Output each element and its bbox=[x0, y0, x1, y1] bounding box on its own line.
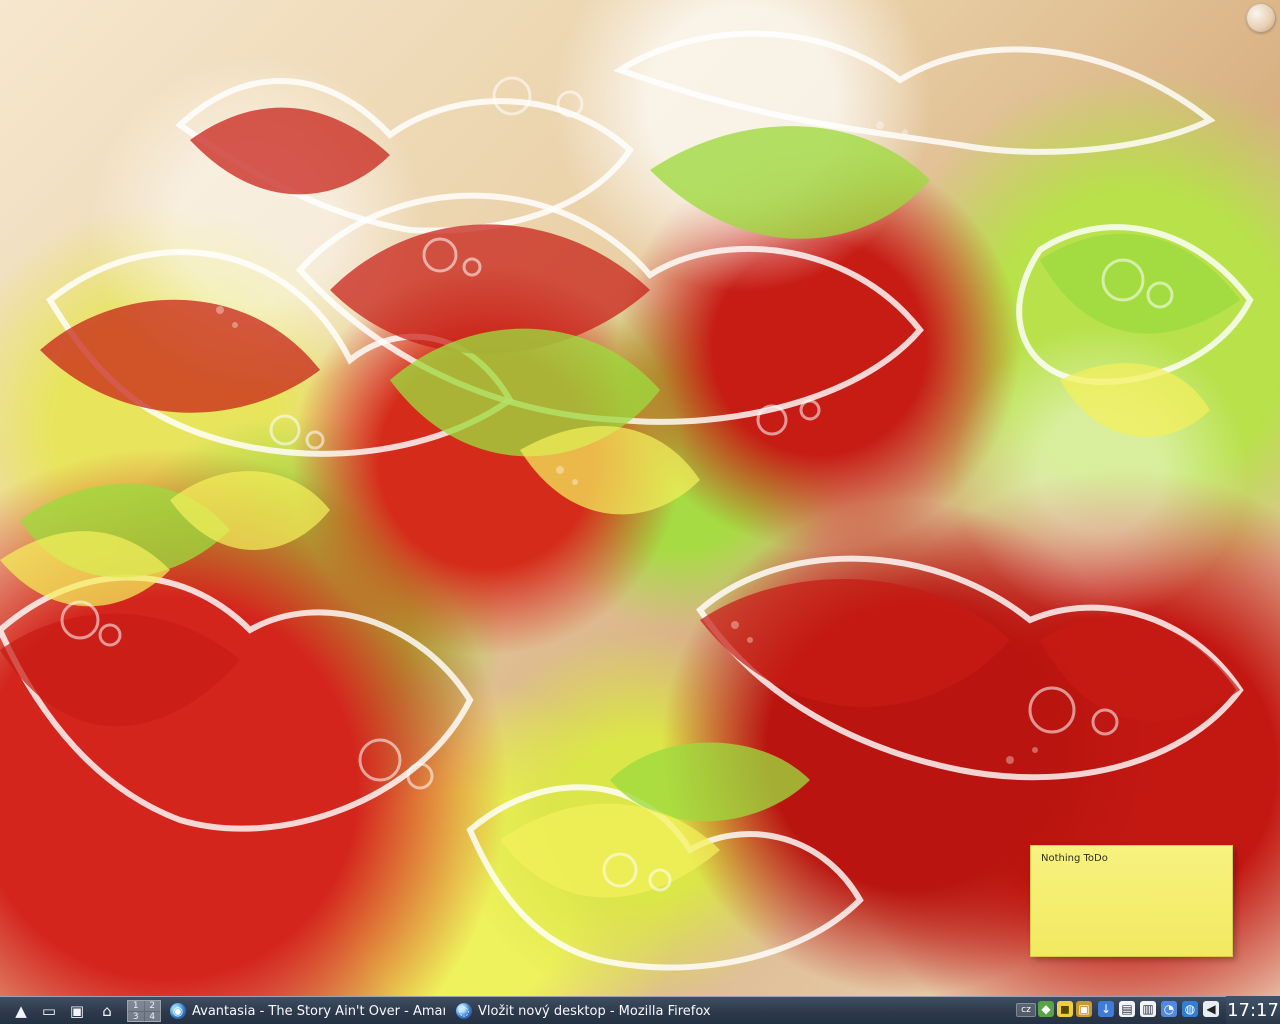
home-folder-icon[interactable]: ⌂ bbox=[96, 1000, 118, 1022]
document-icon[interactable]: ▥ bbox=[1140, 1001, 1156, 1017]
pager-desktop-3[interactable]: 3 bbox=[128, 1012, 144, 1022]
todo-note-text: Nothing ToDo bbox=[1041, 853, 1108, 864]
desktop-toolbox-icon[interactable] bbox=[1246, 3, 1276, 33]
language-indicator[interactable]: cz bbox=[1016, 1003, 1036, 1017]
todo-note[interactable]: Nothing ToDo bbox=[1030, 845, 1233, 957]
virtual-desktop-pager[interactable]: 1 2 3 4 bbox=[127, 1000, 161, 1022]
show-desktop-icon[interactable]: ▭ bbox=[38, 1000, 60, 1022]
task-amarok-label: Avantasia - The Story Ain't Over - Amaro bbox=[192, 1003, 445, 1019]
terminal-icon[interactable]: ▣ bbox=[66, 1000, 88, 1022]
task-firefox-label: Vložit nový desktop - Mozilla Firefox bbox=[478, 1003, 711, 1019]
network-icon[interactable]: ◔ bbox=[1161, 1001, 1177, 1017]
tray-icon-gold[interactable]: ▣ bbox=[1076, 1001, 1092, 1017]
firefox-icon: ◌ bbox=[456, 1003, 472, 1019]
taskbar: ▲ ▭ ▣ ⌂ 1 2 3 4 ◉ Avantasia - The Story … bbox=[0, 996, 1280, 1024]
amarok-icon: ◉ bbox=[170, 1003, 186, 1019]
clipboard-icon[interactable]: ▤ bbox=[1119, 1001, 1135, 1017]
tray-icon-yellow[interactable]: ◼ bbox=[1057, 1001, 1073, 1017]
menu-icon[interactable]: ▲ bbox=[10, 1000, 32, 1022]
clock[interactable]: 17:17 bbox=[1226, 996, 1280, 1024]
task-firefox[interactable]: ◌ Vložit nový desktop - Mozilla Firefox bbox=[456, 999, 756, 1023]
pager-desktop-1[interactable]: 1 bbox=[128, 1001, 144, 1011]
firefox-tray-icon[interactable]: ◍ bbox=[1182, 1001, 1198, 1017]
volume-icon[interactable]: ◀ bbox=[1203, 1001, 1219, 1017]
pager-desktop-2[interactable]: 2 bbox=[144, 1001, 160, 1011]
pager-desktop-4[interactable]: 4 bbox=[144, 1012, 160, 1022]
download-icon[interactable]: ↓ bbox=[1098, 1001, 1114, 1017]
desktop: Nothing ToDo ▲ ▭ ▣ ⌂ 1 2 3 4 ◉ Avantasia… bbox=[0, 0, 1280, 1024]
task-amarok[interactable]: ◉ Avantasia - The Story Ain't Over - Ama… bbox=[170, 999, 445, 1023]
tray-icon-green[interactable]: ◆ bbox=[1038, 1001, 1054, 1017]
